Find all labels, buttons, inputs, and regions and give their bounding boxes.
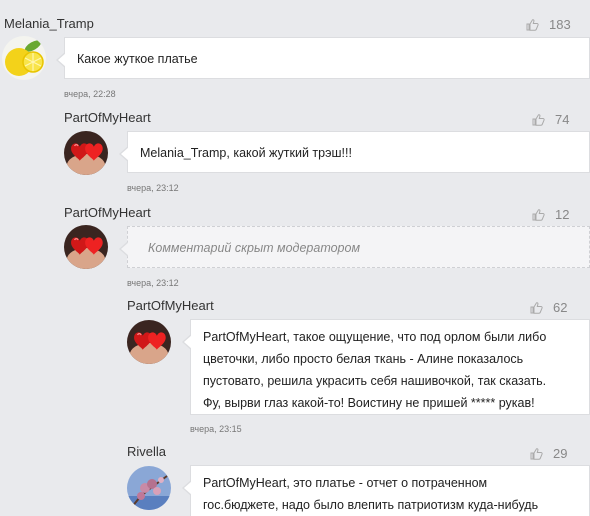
comment-timestamp: вчера, 23:12 — [127, 183, 179, 193]
thumbs-up-icon[interactable] — [526, 19, 539, 31]
thumbs-up-icon[interactable] — [532, 209, 545, 221]
blossom-avatar[interactable] — [127, 466, 171, 510]
hearts-avatar[interactable] — [127, 320, 171, 364]
comment-timestamp: вчера, 23:15 — [190, 424, 242, 434]
hidden-comment-bubble: Комментарий скрыт модератором — [119, 226, 590, 268]
like-count: 12 — [555, 207, 570, 222]
hearts-avatar[interactable] — [64, 225, 108, 269]
comment-author[interactable]: Melania_Tramp — [4, 16, 94, 31]
hidden-comment-notice: Комментарий скрыт модератором — [148, 241, 361, 255]
like-control[interactable]: 29 — [530, 446, 567, 461]
comment-text-line: Melania_Tramp, какой жуткий трэш!!! — [140, 146, 352, 160]
like-count: 183 — [549, 17, 571, 32]
thumbs-up-icon[interactable] — [530, 302, 543, 314]
comment-text-line: пустовато, решила украсить себя нашивочк… — [203, 374, 547, 388]
comment-text-line: PartOfMyHeart, это платье - отчет о потр… — [203, 476, 488, 490]
comment-author[interactable]: Rivella — [127, 444, 166, 459]
comment-author[interactable]: PartOfMyHeart — [64, 205, 151, 220]
like-count: 74 — [555, 112, 570, 127]
comment-text-line: Какое жуткое платье — [77, 52, 198, 66]
comment-author[interactable]: PartOfMyHeart — [64, 110, 151, 125]
lemon-avatar[interactable] — [2, 36, 46, 80]
comment-text-line: цветочки, либо просто белая ткань - Алин… — [203, 352, 524, 366]
comment-text-line: Фу, вырви глаз какой-то! Воистину не при… — [203, 396, 535, 410]
like-control[interactable]: 74 — [532, 112, 569, 127]
hearts-avatar[interactable] — [64, 131, 108, 175]
comment-bubble: PartOfMyHeart, это платье - отчет о потр… — [182, 465, 590, 516]
comment-bubble: Какое жуткое платье — [56, 37, 590, 79]
comment-timestamp: вчера, 23:12 — [127, 278, 179, 288]
comment-text-line: PartOfMyHeart, такое ощущение, что под о… — [203, 330, 547, 344]
like-count: 29 — [553, 446, 568, 461]
comment-text-line: гос.бюджете, надо было влепить патриотиз… — [203, 498, 539, 512]
comment-timestamp: вчера, 22:28 — [64, 89, 116, 99]
comment-author[interactable]: PartOfMyHeart — [127, 298, 214, 313]
comment-bubble: PartOfMyHeart, такое ощущение, что под о… — [182, 319, 590, 415]
like-control[interactable]: 12 — [532, 207, 569, 222]
thumbs-up-icon[interactable] — [532, 114, 545, 126]
thumbs-up-icon[interactable] — [530, 448, 543, 460]
comment-bubble: Melania_Tramp, какой жуткий трэш!!! — [119, 131, 590, 173]
like-control[interactable]: 183 — [526, 17, 571, 32]
like-control[interactable]: 62 — [530, 300, 567, 315]
like-count: 62 — [553, 300, 568, 315]
